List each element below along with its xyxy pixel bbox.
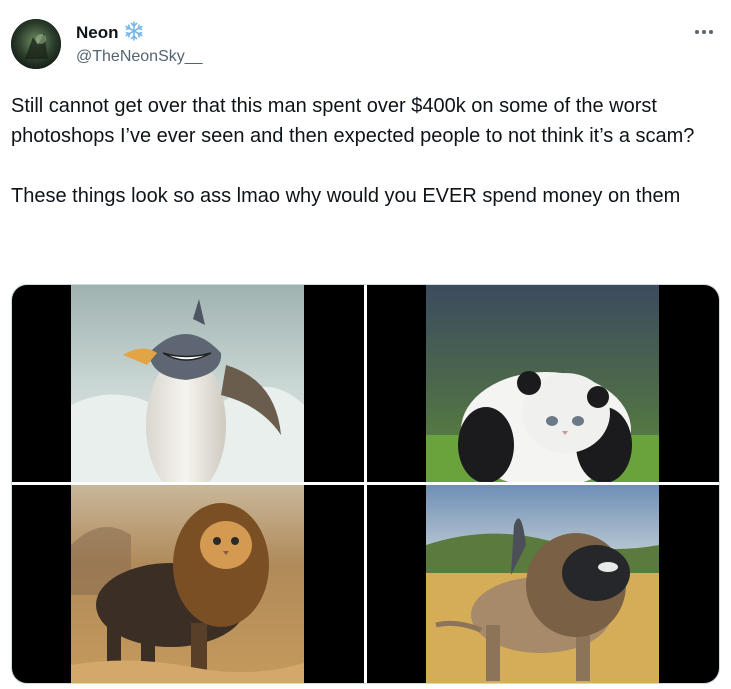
snowflake-icon xyxy=(124,20,144,46)
media-image-lion-cat[interactable] xyxy=(12,485,364,683)
tweet-paragraph-1: Still cannot get over that this man spen… xyxy=(11,95,695,147)
penguin-shark-image xyxy=(71,285,304,482)
media-image-panda[interactable] xyxy=(367,285,719,482)
media-image-lion-orca[interactable] xyxy=(367,485,719,683)
media-grid xyxy=(11,284,720,684)
author-handle[interactable]: @TheNeonSky__ xyxy=(76,48,203,66)
media-image-penguin[interactable] xyxy=(12,285,364,482)
tweet-paragraph-2: These things look so ass lmao why would … xyxy=(11,185,681,207)
author-display-name[interactable]: Neon xyxy=(76,23,119,43)
avatar[interactable] xyxy=(11,19,61,69)
tweet-text: Still cannot get over that this man spen… xyxy=(11,91,711,211)
author-name-row[interactable]: Neon xyxy=(76,20,144,46)
more-options-icon[interactable] xyxy=(691,22,717,42)
avatar-image xyxy=(11,19,61,69)
lion-orca-image xyxy=(426,485,659,683)
lion-cat-image xyxy=(71,485,304,683)
panda-cat-image xyxy=(426,285,659,482)
